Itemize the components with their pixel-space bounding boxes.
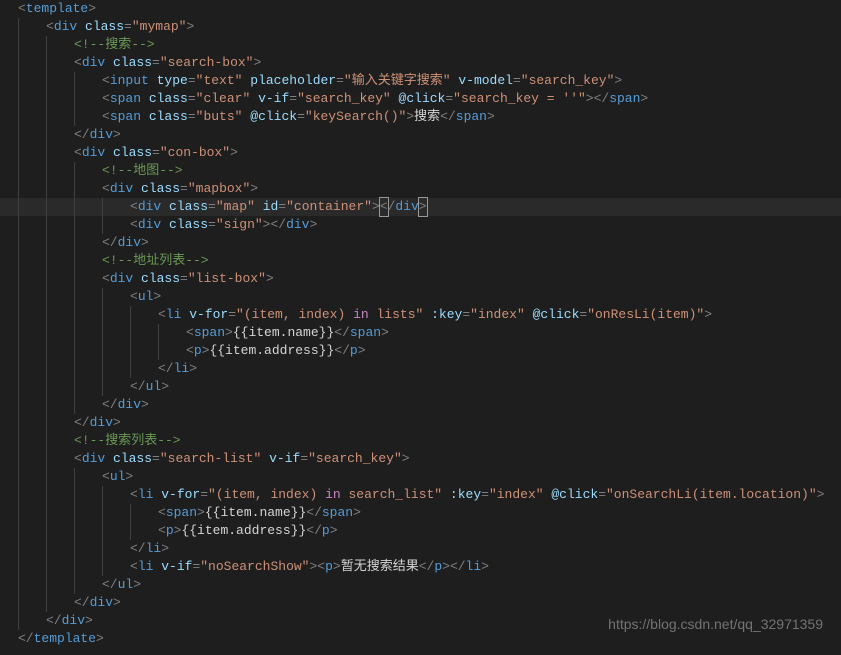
code-content: <ul> — [102, 468, 841, 486]
code-content: </div> — [102, 234, 841, 252]
code-content: <div class="search-box"> — [74, 54, 841, 72]
code-editor[interactable]: <template><div class="mymap"><!--搜索--><d… — [0, 0, 841, 648]
code-line[interactable]: <div class="list-box"> — [0, 270, 841, 288]
code-content: <li v-for="(item, index) in search_list"… — [130, 486, 841, 504]
code-line[interactable]: <div class="mapbox"> — [0, 180, 841, 198]
code-content: <!--搜索列表--> — [74, 432, 841, 450]
code-line[interactable]: <template> — [0, 0, 841, 18]
code-content: </li> — [158, 360, 841, 378]
code-line[interactable]: </div> — [0, 414, 841, 432]
code-line[interactable]: </ul> — [0, 576, 841, 594]
code-content: </div> — [74, 414, 841, 432]
code-line[interactable]: <p>{{item.address}}</p> — [0, 342, 841, 360]
code-line[interactable]: </div> — [0, 126, 841, 144]
code-line[interactable]: <span>{{item.name}}</span> — [0, 324, 841, 342]
code-content: </ul> — [130, 378, 841, 396]
code-line[interactable]: <ul> — [0, 468, 841, 486]
code-line[interactable]: </div> — [0, 396, 841, 414]
code-content: <li v-if="noSearchShow"><p>暂无搜索结果</p></l… — [130, 558, 841, 576]
code-line[interactable]: <div class="mymap"> — [0, 18, 841, 36]
code-line[interactable]: <li v-for="(item, index) in search_list"… — [0, 486, 841, 504]
code-content: <input type="text" placeholder="输入关键字搜索"… — [102, 72, 841, 90]
code-line[interactable]: </li> — [0, 360, 841, 378]
code-content: </div> — [102, 396, 841, 414]
code-line[interactable]: <div class="map" id="container"></div> — [0, 198, 841, 216]
code-line[interactable]: <ul> — [0, 288, 841, 306]
code-line[interactable]: <p>{{item.address}}</p> — [0, 522, 841, 540]
code-content: <span class="clear" v-if="search_key" @c… — [102, 90, 841, 108]
code-line[interactable]: <input type="text" placeholder="输入关键字搜索"… — [0, 72, 841, 90]
code-line[interactable]: </div> — [0, 234, 841, 252]
code-line[interactable]: <!--搜索列表--> — [0, 432, 841, 450]
code-line[interactable]: <span class="clear" v-if="search_key" @c… — [0, 90, 841, 108]
code-content: <ul> — [130, 288, 841, 306]
code-content: <span>{{item.name}}</span> — [158, 504, 841, 522]
code-line[interactable]: <li v-for="(item, index) in lists" :key=… — [0, 306, 841, 324]
code-content: <template> — [18, 0, 841, 18]
code-line[interactable]: <span>{{item.name}}</span> — [0, 504, 841, 522]
code-content: <span>{{item.name}}</span> — [186, 324, 841, 342]
code-content: </li> — [130, 540, 841, 558]
code-line[interactable]: <!--搜索--> — [0, 36, 841, 54]
code-content: <!--地图--> — [102, 162, 841, 180]
code-content: <div class="map" id="container"></div> — [130, 198, 841, 216]
code-line[interactable]: <!--地址列表--> — [0, 252, 841, 270]
code-line[interactable]: <div class="con-box"> — [0, 144, 841, 162]
code-content: <span class="buts" @click="keySearch()">… — [102, 108, 841, 126]
code-content: </div> — [74, 594, 841, 612]
code-content: </div> — [74, 126, 841, 144]
code-content: <p>{{item.address}}</p> — [186, 342, 841, 360]
code-content: <p>{{item.address}}</p> — [158, 522, 841, 540]
code-content: <div class="mapbox"> — [102, 180, 841, 198]
code-line[interactable]: <div class="search-list" v-if="search_ke… — [0, 450, 841, 468]
code-line[interactable]: <div class="sign"></div> — [0, 216, 841, 234]
code-content: <div class="search-list" v-if="search_ke… — [74, 450, 841, 468]
code-line[interactable]: </div> — [0, 594, 841, 612]
code-content: <!--搜索--> — [74, 36, 841, 54]
code-content: <div class="list-box"> — [102, 270, 841, 288]
code-content: <div class="con-box"> — [74, 144, 841, 162]
code-line[interactable]: <div class="search-box"> — [0, 54, 841, 72]
watermark-text: https://blog.csdn.net/qq_32971359 — [608, 615, 823, 633]
code-line[interactable]: <!--地图--> — [0, 162, 841, 180]
code-line[interactable]: <li v-if="noSearchShow"><p>暂无搜索结果</p></l… — [0, 558, 841, 576]
code-line[interactable]: <span class="buts" @click="keySearch()">… — [0, 108, 841, 126]
code-content: <div class="sign"></div> — [130, 216, 841, 234]
code-content: <div class="mymap"> — [46, 18, 841, 36]
code-line[interactable]: </li> — [0, 540, 841, 558]
code-content: <!--地址列表--> — [102, 252, 841, 270]
code-content: </ul> — [102, 576, 841, 594]
code-content: <li v-for="(item, index) in lists" :key=… — [158, 306, 841, 324]
code-line[interactable]: </ul> — [0, 378, 841, 396]
